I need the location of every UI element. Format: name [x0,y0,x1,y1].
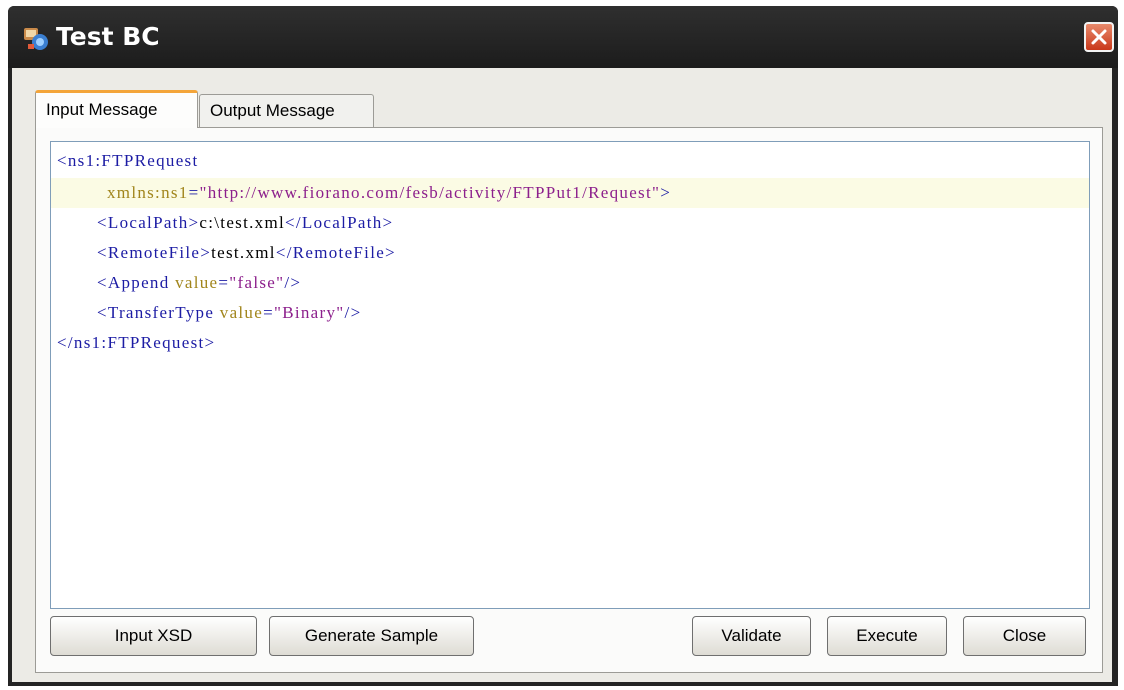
tab-input-message[interactable]: Input Message [35,90,198,128]
code-token: <RemoteFile> [97,243,212,262]
code-token: /> [344,303,362,322]
code-token: "http://www.fiorano.com/fesb/activity/FT… [199,183,661,202]
tab-panel: <ns1:FTPRequest xmlns:ns1="http://www.fio… [35,127,1103,673]
code-token: <TransferType [97,303,220,322]
code-token: <ns1:FTPRequest [57,151,199,170]
tab-output-message[interactable]: Output Message [199,94,374,128]
title-bar[interactable]: Test BC [8,6,1118,68]
code-line: <TransferType value="Binary"/> [51,298,1089,328]
code-token: </ns1:FTPRequest> [57,333,216,352]
window-close-button[interactable] [1084,22,1114,52]
input-xsd-button[interactable]: Input XSD [50,616,257,656]
code-line: xmlns:ns1="http://www.fiorano.com/fesb/a… [51,178,1089,208]
code-token: <Append [97,273,176,292]
code-line: <ns1:FTPRequest [51,146,1089,176]
xml-editor[interactable]: <ns1:FTPRequest xmlns:ns1="http://www.fio… [50,141,1090,609]
code-token: </RemoteFile> [275,243,396,262]
code-token: </LocalPath> [285,213,394,232]
code-token: > [660,183,672,202]
validate-button[interactable]: Validate [692,616,811,656]
code-token: = [188,183,200,202]
code-token: value [175,273,219,292]
code-line: </ns1:FTPRequest> [51,328,1089,358]
close-button[interactable]: Close [963,616,1086,656]
generate-sample-button[interactable]: Generate Sample [269,616,474,656]
code-token: c:\test.xml [199,213,286,232]
execute-button[interactable]: Execute [827,616,947,656]
code-token: = [218,273,230,292]
code-token: test.xml [211,243,276,262]
code-line: <Append value="false"/> [51,268,1089,298]
dialog-body: Input Message Output Message <ns1:FTPReq… [12,68,1112,682]
code-token: "Binary" [273,303,345,322]
code-token: = [263,303,274,322]
code-line: <RemoteFile>test.xml</RemoteFile> [51,238,1089,268]
code-token: /> [284,273,302,292]
code-line: <LocalPath>c:\test.xml</LocalPath> [51,208,1089,238]
code-token: xmlns:ns1 [107,183,189,202]
window-title: Test BC [56,22,160,51]
code-token: "false" [229,273,285,292]
code-token: <LocalPath> [97,213,200,232]
app-icon [22,24,50,52]
close-icon [1091,29,1107,45]
dialog-window: Test BC Input Message Output Message <ns… [8,6,1118,686]
code-token: value [219,303,264,322]
